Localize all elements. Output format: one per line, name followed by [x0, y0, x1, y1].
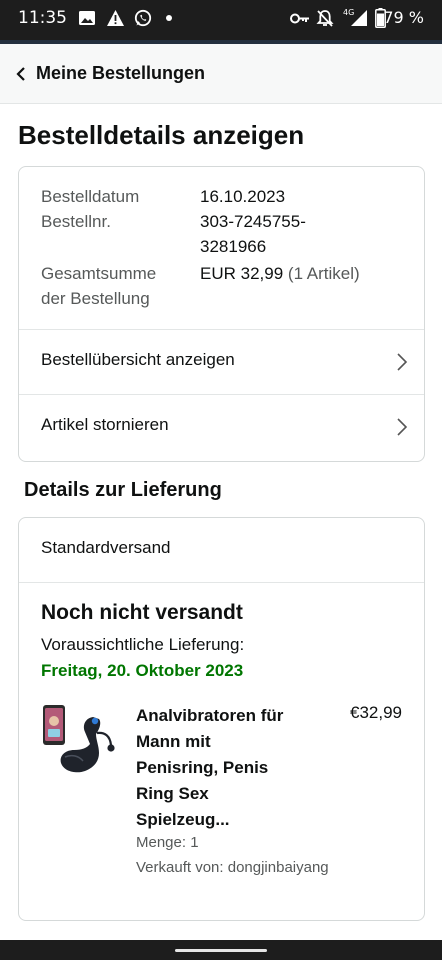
back-to-orders-link[interactable]: Meine Bestellungen: [36, 63, 205, 84]
product-thumbnail[interactable]: [41, 701, 117, 781]
view-order-summary-label: Bestellübersicht anzeigen: [41, 350, 235, 369]
order-number-line1: 303-7245755-: [200, 212, 306, 231]
chevron-right-icon: [397, 418, 408, 436]
order-total-value: EUR 32,99 (1 Artikel): [200, 261, 360, 286]
image-icon: [79, 11, 95, 25]
chevron-left-icon[interactable]: [14, 65, 28, 83]
cancel-items-label: Artikel stornieren: [41, 415, 169, 434]
status-bar: 11:35 4G 79 %: [0, 0, 442, 40]
order-number-line2: 3281966: [200, 237, 267, 256]
estimated-delivery-label: Voraussichtliche Lieferung:: [41, 635, 245, 654]
product-title-line: Spielzeug...: [136, 810, 230, 829]
order-total-amount: EUR 32,99: [200, 264, 284, 283]
system-navigation-bar: [0, 940, 442, 960]
clock: 11:35: [18, 8, 67, 28]
delivery-section-title: Details zur Lieferung: [24, 479, 222, 501]
order-number-label: Bestellnr.: [41, 212, 111, 231]
product-title-line: Analvibratoren für: [136, 706, 284, 725]
product-title-line: Penisring, Penis: [136, 758, 269, 777]
estimated-delivery-date: Freitag, 20. Oktober 2023: [41, 661, 244, 680]
cancel-items-row[interactable]: Artikel stornieren: [19, 394, 424, 459]
order-date-label: Bestelldatum: [41, 187, 140, 206]
shipment-status: Noch nicht versandt: [41, 601, 243, 624]
battery-percentage: 79 %: [383, 8, 424, 27]
product-price: €32,99: [350, 703, 402, 722]
dot-icon: [166, 15, 172, 21]
product-title-line: Ring Sex: [136, 784, 209, 803]
product-seller: Verkauft von: dongjinbaiyang: [136, 859, 329, 876]
page-title: Bestelldetails anzeigen: [18, 120, 305, 150]
divider: [19, 582, 424, 583]
vpn-key-icon: [290, 13, 309, 24]
product-title-line: Mann mit: [136, 732, 211, 751]
home-gesture-handle[interactable]: [175, 949, 267, 952]
order-date-value: 16.10.2023: [200, 187, 286, 206]
order-total-label-line1: Gesamtsumme: [41, 264, 157, 283]
shipping-method: Standardversand: [41, 538, 171, 557]
delivery-card: Standardversand Noch nicht versandt Vora…: [18, 517, 425, 921]
signal-icon: [351, 10, 367, 26]
order-total-label-line2: der Bestellung: [41, 289, 150, 308]
bell-muted-icon: [316, 10, 334, 27]
warning-icon: [107, 10, 124, 26]
order-summary-card: Bestelldatum 16.10.2023 Bestellnr. 303-7…: [18, 166, 425, 462]
chevron-right-icon: [397, 353, 408, 371]
whatsapp-icon: [134, 9, 152, 27]
order-total-item-count: (1 Artikel): [287, 264, 360, 283]
view-order-summary-row[interactable]: Bestellübersicht anzeigen: [19, 329, 424, 394]
product-title-link[interactable]: Analvibratoren für Mann mit Penisring, P…: [136, 703, 326, 833]
product-quantity: Menge: 1: [136, 834, 199, 851]
app-header: Meine Bestellungen: [0, 44, 442, 104]
